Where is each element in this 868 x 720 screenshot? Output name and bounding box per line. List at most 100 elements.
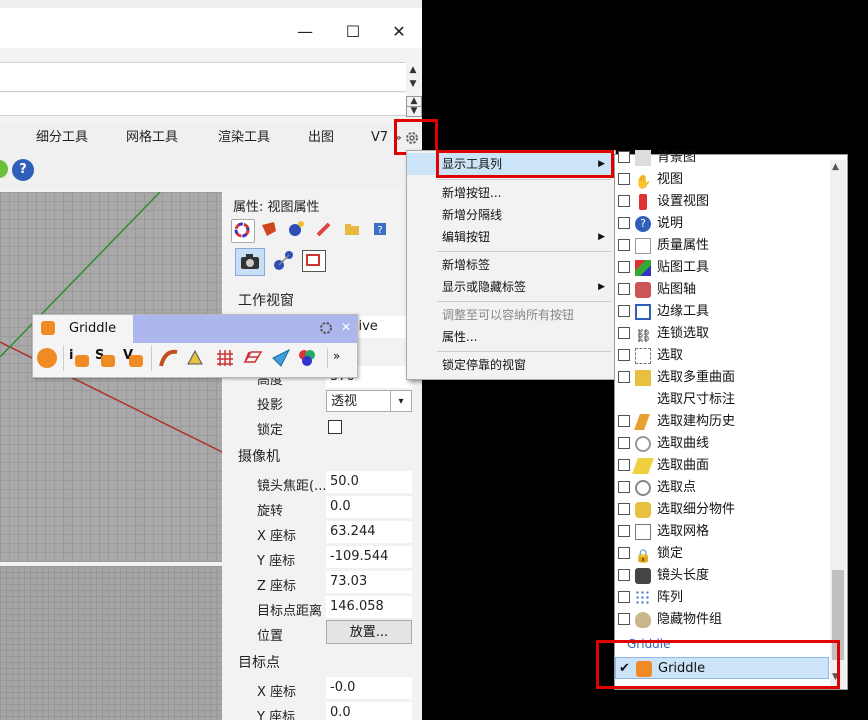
- toolbar-item-mass[interactable]: 质量属性: [615, 235, 831, 257]
- toolbar-item-select-dimension[interactable]: 选取尺寸标注: [615, 389, 831, 411]
- menu-new-separator[interactable]: 新增分隔线: [407, 204, 615, 226]
- checkbox[interactable]: [618, 151, 630, 163]
- info-icon[interactable]: ?: [370, 219, 392, 241]
- projection-select[interactable]: 透视 ▾: [326, 390, 412, 412]
- griddle-arrow-icon[interactable]: [271, 348, 291, 368]
- material-icon[interactable]: [259, 219, 281, 241]
- toolbar-item-array[interactable]: 阵列: [615, 587, 831, 609]
- toolbar-item-lens[interactable]: 镜头长度: [615, 565, 831, 587]
- spin-down-icon[interactable]: ▼: [406, 106, 422, 117]
- help-icon[interactable]: ?: [12, 159, 34, 181]
- toolbar-item-edge[interactable]: 边缘工具: [615, 301, 831, 323]
- close-icon[interactable]: ✕: [341, 320, 351, 334]
- checkbox[interactable]: [618, 459, 630, 471]
- tool-sphere-icon[interactable]: [0, 160, 8, 178]
- toolbar-item-view[interactable]: ✋ 视图: [615, 169, 831, 191]
- scroll-up-icon[interactable]: ▲: [406, 64, 420, 76]
- checkbox[interactable]: [618, 283, 630, 295]
- checkbox[interactable]: [618, 547, 630, 559]
- minimize-button[interactable]: —: [282, 16, 328, 48]
- place-button[interactable]: 放置...: [326, 620, 412, 644]
- camera-z-field[interactable]: 73.03: [326, 571, 412, 593]
- target-y-field[interactable]: 0.0: [326, 702, 412, 720]
- toolbar-item-chain[interactable]: ⛓ 连锁选取: [615, 323, 831, 345]
- menu-new-button[interactable]: 新增按钮...: [407, 182, 615, 204]
- scroll-down-icon[interactable]: ▼: [406, 78, 420, 90]
- toolbar-item-background[interactable]: 背景图: [615, 147, 831, 169]
- toolbar-item-set-view[interactable]: 设置视图: [615, 191, 831, 213]
- checkbox[interactable]: [618, 327, 630, 339]
- bottom-viewport[interactable]: [0, 566, 222, 720]
- checkbox[interactable]: [618, 349, 630, 361]
- griddle-grid-icon[interactable]: [215, 348, 235, 368]
- gear-icon[interactable]: [319, 321, 333, 335]
- checkbox[interactable]: [618, 261, 630, 273]
- tab-subd-tools[interactable]: 细分工具: [36, 122, 88, 154]
- griddle-rgb-icon[interactable]: [297, 348, 317, 368]
- griddle-s-icon[interactable]: S: [95, 348, 115, 368]
- toolbar-item-lock[interactable]: 🔒 锁定: [615, 543, 831, 565]
- griddle-v-icon[interactable]: V: [123, 348, 143, 368]
- griddle-more-icon[interactable]: »: [333, 349, 340, 363]
- griddle-titlebar-fill[interactable]: ✕: [133, 315, 357, 343]
- griddle-settings-icon[interactable]: [37, 348, 57, 368]
- maximize-button[interactable]: ☐: [330, 16, 376, 48]
- griddle-pattern-icon[interactable]: [159, 348, 179, 368]
- checkbox[interactable]: [618, 415, 630, 427]
- toolbar-item-axis[interactable]: 贴图轴: [615, 279, 831, 301]
- griddle-mesh-icon[interactable]: [243, 348, 263, 368]
- tab-render-tools[interactable]: 渲染工具: [218, 122, 270, 154]
- toolbar-list-scrollbar[interactable]: ▲ ▼: [830, 160, 846, 688]
- toolbar-item-help[interactable]: ? 说明: [615, 213, 831, 235]
- pencil-icon[interactable]: [314, 219, 336, 241]
- scroll-up-icon[interactable]: ▲: [832, 162, 839, 172]
- menu-lock-docked[interactable]: 锁定停靠的视窗: [407, 354, 615, 376]
- toolbar-item-select-polysurface[interactable]: 选取多重曲面: [615, 367, 831, 389]
- checkbox[interactable]: [618, 305, 630, 317]
- menu-show-hide-tabs[interactable]: 显示或隐藏标签 ▶: [407, 276, 615, 298]
- camera-y-field[interactable]: -109.544: [326, 546, 412, 568]
- folder-icon[interactable]: [342, 219, 364, 241]
- focal-length-field[interactable]: 50.0: [326, 471, 412, 493]
- checkbox[interactable]: [618, 393, 630, 405]
- checkbox[interactable]: [618, 437, 630, 449]
- toolbar-item-select-surface[interactable]: 选取曲面: [615, 455, 831, 477]
- griddle-i-icon[interactable]: i: [69, 348, 89, 368]
- wallpaper-icon[interactable]: [302, 250, 326, 272]
- checkbox[interactable]: [618, 173, 630, 185]
- checkbox[interactable]: [618, 371, 630, 383]
- rotation-field[interactable]: 0.0: [326, 496, 412, 518]
- render-sphere-icon[interactable]: [286, 219, 308, 241]
- checkbox[interactable]: [618, 217, 630, 229]
- close-button[interactable]: ✕: [376, 16, 422, 48]
- lock-checkbox[interactable]: [328, 420, 342, 434]
- target-icon[interactable]: [270, 248, 296, 274]
- checkbox[interactable]: [618, 569, 630, 581]
- toolbar-item-hide-group[interactable]: 隐藏物件组: [615, 609, 831, 631]
- toolbar-item-select-history[interactable]: 选取建构历史: [615, 411, 831, 433]
- checkbox[interactable]: [618, 503, 630, 515]
- chevron-down-icon[interactable]: ▾: [390, 391, 411, 411]
- camera-icon[interactable]: [235, 248, 265, 276]
- checkbox[interactable]: [618, 481, 630, 493]
- toolbar-item-mapping[interactable]: 贴图工具: [615, 257, 831, 279]
- menu-edit-button[interactable]: 编辑按钮 ▶: [407, 226, 615, 248]
- command-input[interactable]: [0, 93, 406, 116]
- camera-x-field[interactable]: 63.244: [326, 521, 412, 543]
- command-history[interactable]: [0, 62, 406, 92]
- tab-drafting[interactable]: 出图: [308, 122, 334, 154]
- toolbar-item-select-subd[interactable]: 选取细分物件: [615, 499, 831, 521]
- tab-v7[interactable]: V7: [371, 122, 388, 154]
- griddle-titlebar[interactable]: Griddle: [33, 315, 133, 343]
- target-x-field[interactable]: -0.0: [326, 677, 412, 699]
- checkbox[interactable]: [618, 591, 630, 603]
- target-distance-field[interactable]: 146.058: [326, 596, 412, 618]
- menu-new-tab[interactable]: 新增标签: [407, 254, 615, 276]
- color-wheel-icon[interactable]: [231, 219, 255, 243]
- checkbox[interactable]: [618, 239, 630, 251]
- griddle-floating-toolbar[interactable]: Griddle ✕ i S V »: [32, 314, 358, 378]
- toolbar-item-select-curve[interactable]: 选取曲线: [615, 433, 831, 455]
- toolbar-item-select-mesh[interactable]: 选取网格: [615, 521, 831, 543]
- checkbox[interactable]: [618, 195, 630, 207]
- checkbox[interactable]: [618, 525, 630, 537]
